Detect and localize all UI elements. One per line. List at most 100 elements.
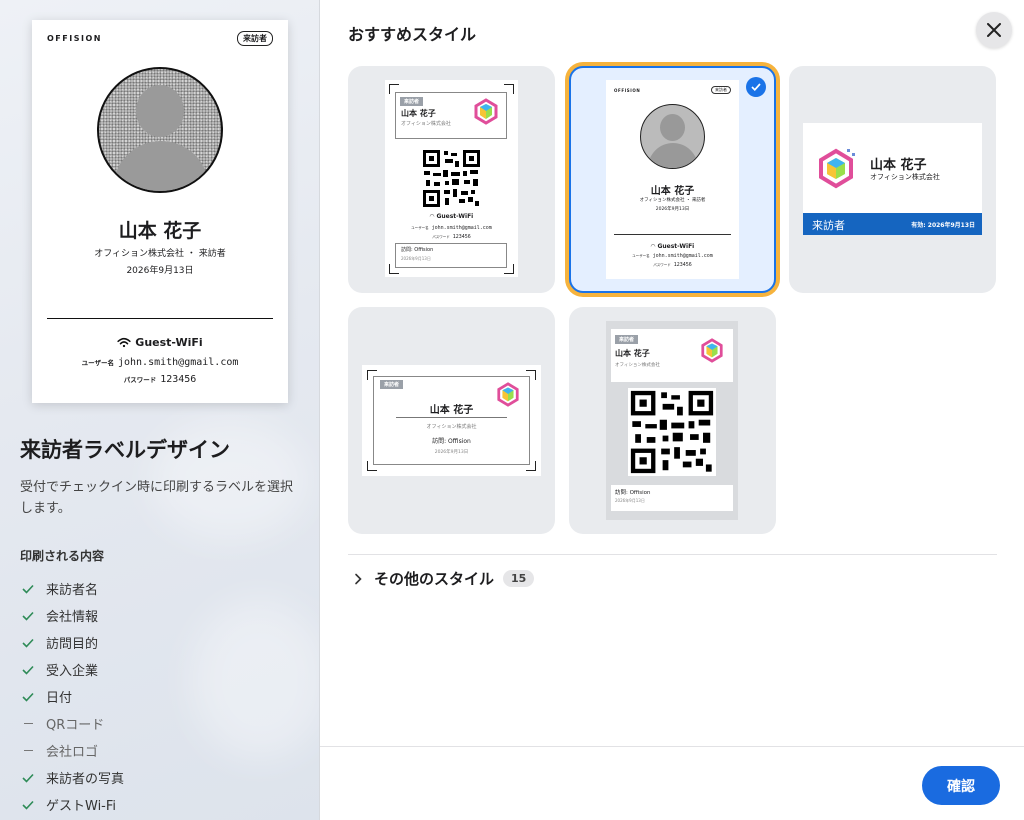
visitor-company: オフィション株式会社 — [870, 173, 940, 181]
style-option-photo-selected[interactable]: OFFISION 来訪者 山本 花子 オフィション株式会社 ・ 来訪者 2026… — [569, 66, 776, 293]
check-icon — [22, 611, 34, 621]
label-thumbnail: 山本 花子 オフィション株式会社 来訪者 有効: 2026年9月13日 — [803, 123, 982, 235]
check-icon — [22, 800, 34, 810]
section-divider — [348, 554, 997, 555]
list-item: 訪問目的 — [22, 629, 124, 656]
wifi-name: Guest-WiFi — [436, 213, 474, 220]
visitor-bar: 来訪者 有効: 2026年9月13日 — [803, 213, 982, 235]
close-button[interactable] — [976, 12, 1012, 48]
more-styles-count-badge: 15 — [503, 570, 535, 587]
close-icon — [987, 23, 1001, 37]
visit-company: 訪問: Offision — [615, 490, 651, 496]
company-logo-icon — [701, 338, 723, 363]
visitor-photo — [640, 104, 705, 169]
label-thumbnail: 来訪者 山本 花子 オフィション株式会社 訪問: Offision 2026年9… — [362, 365, 541, 476]
wifi-password-row: パスワード 123456 — [432, 234, 471, 240]
wifi-user-row: ユーザー名 john.smith@gmail.com — [32, 357, 288, 368]
visitor-company: オフィション株式会社 — [426, 424, 477, 430]
visitor-name: 山本 花子 — [429, 405, 474, 416]
visitor-tag: 来訪者 — [400, 97, 424, 106]
visit-date: 2026年9月13日 — [401, 256, 431, 261]
visitor-tag: 来訪者 — [380, 380, 404, 389]
list-item: 来訪者名 — [22, 575, 124, 602]
brand-name: OFFISION — [47, 34, 102, 43]
visitor-company: オフィション株式会社 ・ 来訪者 — [94, 249, 226, 259]
list-item-label: QRコード — [46, 718, 105, 733]
printed-content-list: 来訪者名 会社情報 訪問目的 受入企業 日付 QRコード 会社ロゴ 来訪者の写真… — [22, 575, 124, 818]
list-item: 来訪者の写真 — [22, 764, 124, 791]
visitor-tag: 来訪者 — [615, 335, 639, 344]
wifi-name: Guest-WiFi — [657, 243, 695, 250]
style-option-landscape-frame[interactable]: 来訪者 山本 花子 オフィション株式会社 訪問: Offision 2026年9… — [348, 307, 555, 534]
list-item: ゲストWi-Fi — [22, 791, 124, 818]
wifi-user-row: ユーザー名 john.smith@gmail.com — [411, 225, 492, 231]
more-styles-toggle[interactable]: その他のスタイル 15 — [354, 568, 535, 589]
list-item-label: 会社情報 — [46, 610, 99, 625]
selected-check-icon — [746, 77, 766, 97]
visit-date: 2026年9月13日 — [126, 266, 194, 276]
dash-icon — [24, 749, 33, 752]
check-icon — [22, 584, 34, 594]
label-thumbnail: OFFISION 来訪者 山本 花子 オフィション株式会社 ・ 来訪者 2026… — [606, 80, 739, 279]
list-item-label: 受入企業 — [46, 664, 99, 679]
confirm-button[interactable]: 確認 — [922, 766, 1000, 805]
label-thumbnail: 来訪者 山本 花子 オフィション株式会社 ◠ Guest-WiFi ユーザー名 … — [385, 80, 518, 277]
left-panel: OFFISION 来訪者 山本 花子 オフィション株式会社 ・ 来訪者 2026… — [0, 0, 320, 820]
recommended-styles-heading: おすすめスタイル — [348, 25, 477, 44]
company-logo-icon — [474, 98, 498, 125]
list-item: 受入企業 — [22, 656, 124, 683]
user-key: ユーザー名 — [81, 359, 114, 367]
visitor-badge: 来訪者 — [237, 31, 273, 46]
dialog-footer — [320, 746, 1024, 820]
divider-line — [47, 318, 273, 319]
wifi-title: Guest-WiFi — [32, 336, 288, 349]
visitor-name: 山本 花子 — [650, 186, 695, 197]
company-logo-icon — [819, 148, 855, 189]
wifi-icon — [117, 337, 131, 348]
list-item: 会社ロゴ — [22, 737, 124, 764]
brand-name: OFFISION — [614, 88, 641, 93]
label-thumbnail: 来訪者 山本 花子 オフィション株式会社 訪問: Offision 2026年9… — [606, 321, 738, 520]
visit-date: 2026年9月13日 — [655, 207, 690, 212]
check-icon — [22, 638, 34, 648]
wifi-title: ◠ Guest-WiFi — [606, 243, 739, 250]
wifi-title: ◠ Guest-WiFi — [385, 213, 518, 220]
panel-description: 受付でチェックイン時に印刷するラベルを選択します。 — [20, 480, 294, 516]
password-value: 123456 — [160, 374, 197, 385]
list-item: 会社情報 — [22, 602, 124, 629]
list-item-label: 来訪者名 — [46, 583, 99, 598]
visitor-name: 山本 花子 — [118, 220, 202, 242]
list-item-label: 会社ロゴ — [46, 745, 99, 760]
visitor-company: オフィション株式会社 ・ 来訪者 — [639, 198, 706, 203]
visit-date: 2026年9月13日 — [434, 450, 469, 455]
visitor-name: 山本 花子 — [401, 109, 436, 118]
wifi-user-row: ユーザー名 john.smith@gmail.com — [632, 253, 713, 259]
visit-company: 訪問: Offision — [401, 247, 434, 253]
check-icon — [22, 692, 34, 702]
user-value: john.smith@gmail.com — [117, 357, 239, 368]
list-item-label: ゲストWi-Fi — [46, 799, 117, 814]
printed-content-heading: 印刷される内容 — [20, 549, 105, 563]
list-item-label: 日付 — [46, 691, 73, 706]
wifi-password-row: パスワード 123456 — [32, 374, 288, 385]
label-preview-card: OFFISION 来訪者 山本 花子 オフィション株式会社 ・ 来訪者 2026… — [32, 20, 288, 403]
style-option-horizontal-bar[interactable]: 山本 花子 オフィション株式会社 来訪者 有効: 2026年9月13日 — [789, 66, 996, 293]
background-blob — [190, 600, 319, 760]
valid-date: 有効: 2026年9月13日 — [911, 222, 975, 229]
visit-date: 2026年9月13日 — [615, 498, 645, 503]
visit-company: 訪問: Offision — [432, 438, 471, 445]
style-option-qr-wifi[interactable]: 来訪者 山本 花子 オフィション株式会社 ◠ Guest-WiFi ユーザー名 … — [348, 66, 555, 293]
qr-code — [421, 148, 482, 209]
style-option-qr-gray[interactable]: 来訪者 山本 花子 オフィション株式会社 訪問: Offision 2026年9… — [569, 307, 776, 534]
visitor-name: 山本 花子 — [870, 158, 927, 173]
visitor-photo — [97, 67, 223, 193]
chevron-right-icon — [355, 573, 362, 584]
visitor-badge: 来訪者 — [711, 86, 731, 94]
dash-icon — [24, 722, 33, 725]
qr-code — [628, 388, 716, 476]
check-icon — [22, 773, 34, 783]
panel-title: 来訪者ラベルデザイン — [20, 438, 230, 462]
list-item: QRコード — [22, 710, 124, 737]
visitor-company: オフィション株式会社 — [401, 121, 451, 127]
password-key: パスワード — [123, 376, 157, 384]
